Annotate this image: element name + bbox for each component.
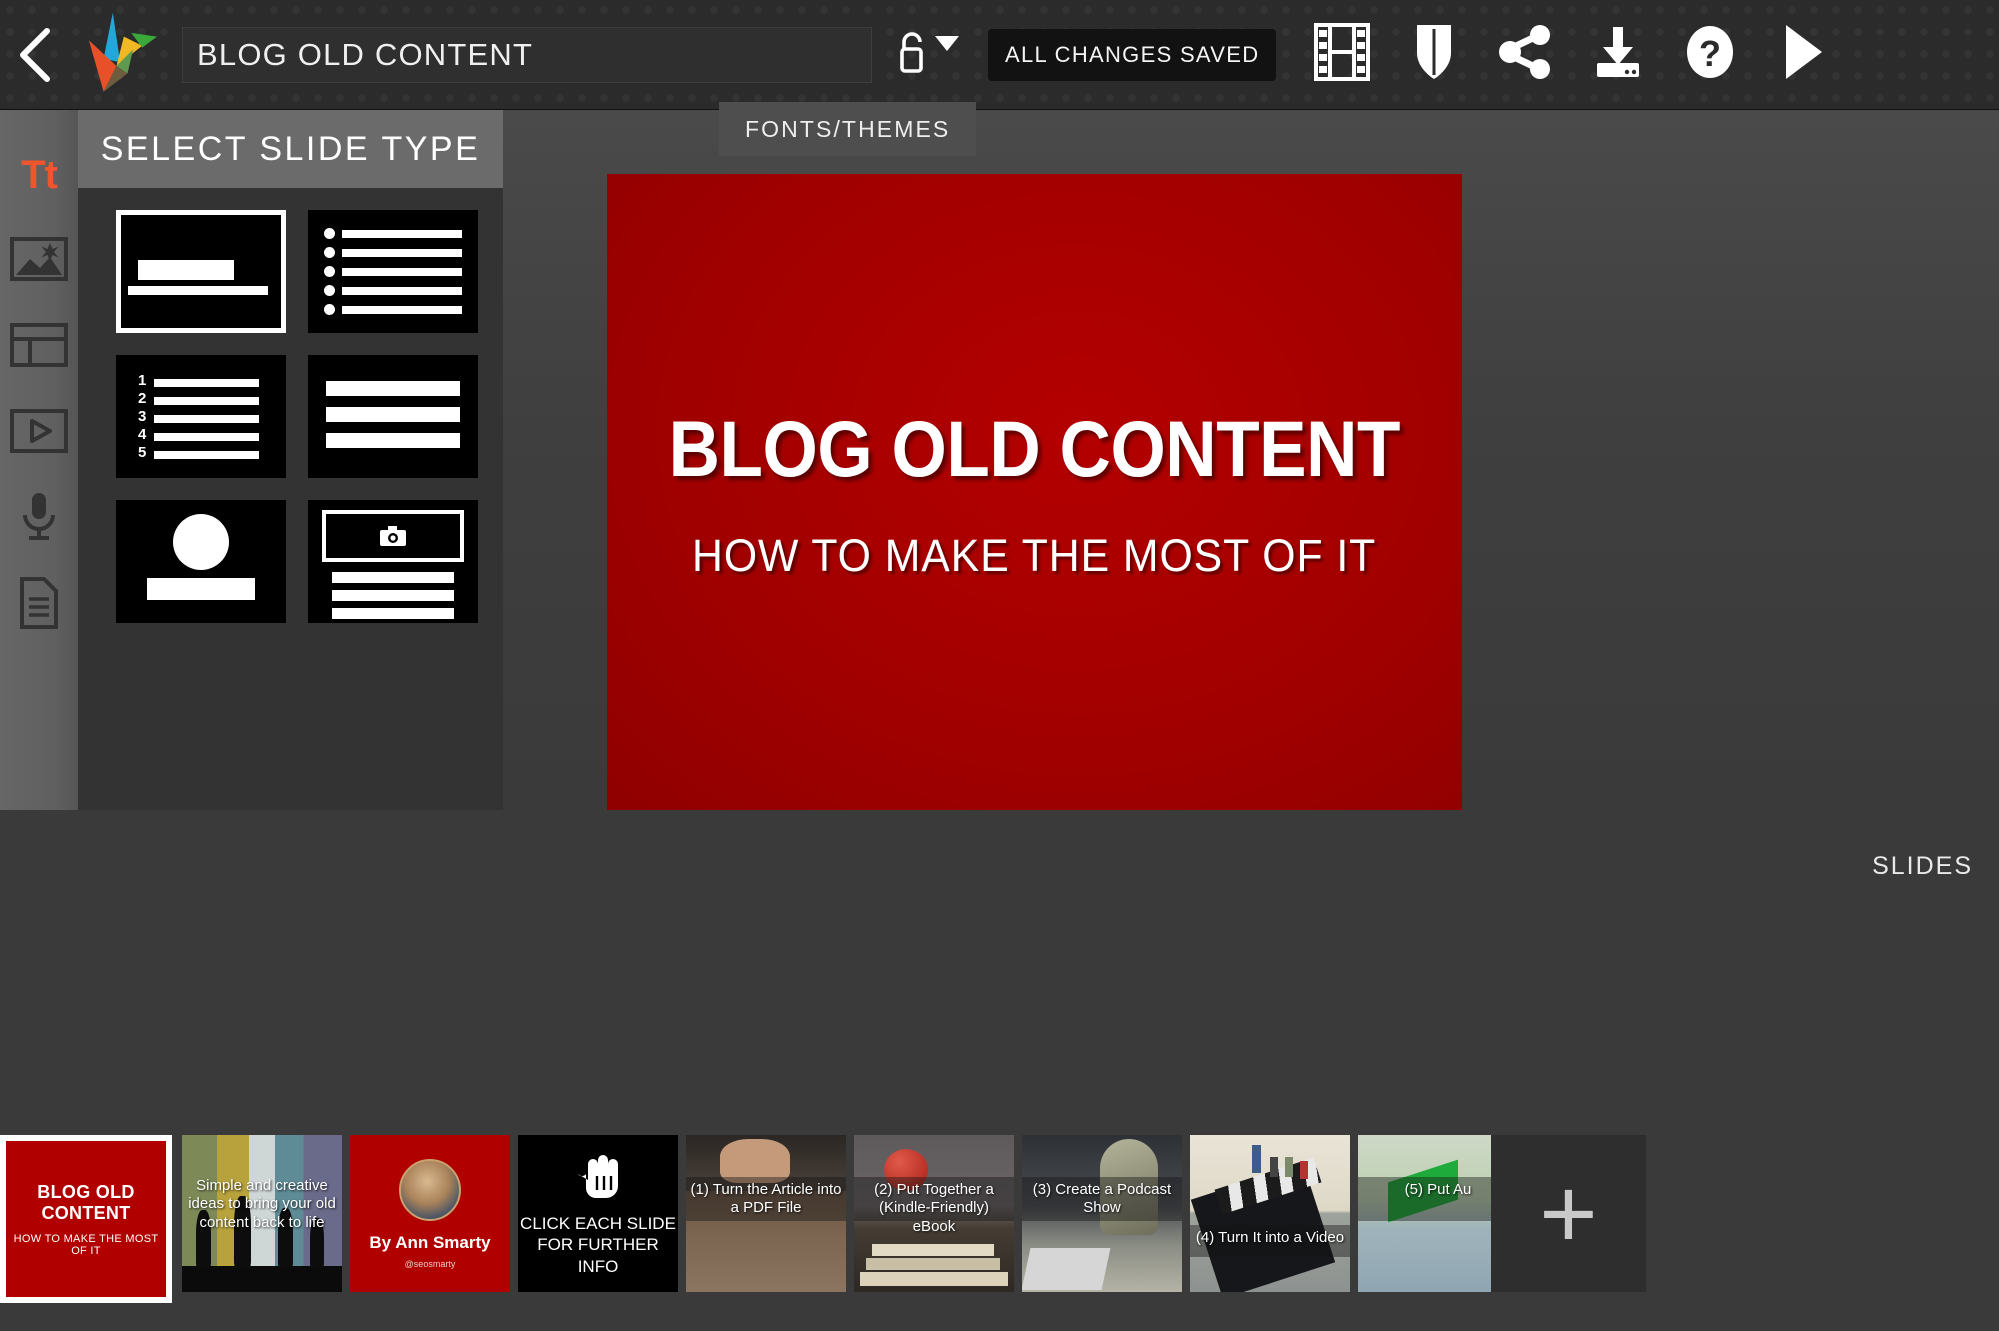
slide-thumb-2[interactable]: Simple and creative ideas to bring your … xyxy=(182,1135,342,1292)
sidebar-item-video[interactable] xyxy=(8,406,70,460)
save-status-badge: ALL CHANGES SAVED xyxy=(988,28,1277,81)
sidebar-item-image[interactable] xyxy=(8,234,70,288)
slide-thumb-8-caption: (4) Turn It into a Video xyxy=(1195,1229,1345,1246)
tab-fonts-themes[interactable]: FONTS/THEMES xyxy=(719,102,977,156)
figure-shape xyxy=(1252,1145,1261,1173)
slide-subtitle-text[interactable]: HOW TO MAKE THE MOST OF IT xyxy=(692,530,1376,582)
plus-icon: + xyxy=(1539,1157,1598,1270)
video-play-icon xyxy=(10,408,68,458)
layout-icon xyxy=(10,322,68,372)
slide-thumb-6[interactable]: (2) Put Together a (Kindle-Friendly) eBo… xyxy=(854,1135,1014,1292)
figure-shape xyxy=(1285,1157,1293,1177)
add-slide-button[interactable]: + xyxy=(1491,1135,1646,1292)
select-slide-type-panel: SELECT SLIDE TYPE 1 2 3 4 5 xyxy=(78,110,503,810)
slide-filmstrip: BLOG OLD CONTENT HOW TO MAKE THE MOST OF… xyxy=(0,1135,1999,1331)
microphone-icon xyxy=(17,491,61,548)
download-icon xyxy=(1589,23,1647,86)
slide-thumb-1[interactable]: BLOG OLD CONTENT HOW TO MAKE THE MOST OF… xyxy=(0,1135,172,1303)
film-strip-icon xyxy=(1311,21,1373,88)
slide-thumb-4[interactable]: CLICK EACH SLIDE FOR FURTHER INFO xyxy=(518,1135,678,1292)
help-button[interactable]: ? xyxy=(1664,0,1756,110)
powtoon-bird-logo[interactable] xyxy=(72,0,172,110)
slide-thumb-7[interactable]: (3) Create a Podcast Show xyxy=(1022,1135,1182,1292)
unlocked-padlock-icon xyxy=(894,27,932,82)
shield-button[interactable] xyxy=(1388,0,1480,110)
laptop-shape xyxy=(1022,1248,1111,1290)
slide-thumb-7-caption: (3) Create a Podcast Show xyxy=(1032,1181,1172,1217)
slide-thumb-1-subtitle: HOW TO MAKE THE MOST OF IT xyxy=(13,1232,159,1257)
text-tt-icon: Tt xyxy=(21,153,58,197)
figure-shape xyxy=(1270,1157,1278,1177)
slide-canvas[interactable]: BLOG OLD CONTENT HOW TO MAKE THE MOST OF… xyxy=(607,174,1462,817)
filmstrip-button[interactable] xyxy=(1296,0,1388,110)
slide-type-lines[interactable] xyxy=(308,355,478,478)
chevron-down-icon xyxy=(934,35,960,58)
share-nodes-icon xyxy=(1497,23,1555,86)
slide-thumb-4-caption: CLICK EACH SLIDE FOR FURTHER INFO xyxy=(520,1214,676,1276)
slides-label-row: SLIDES xyxy=(0,810,1999,880)
slide-thumb-5-caption: (1) Turn the Article into a PDF File xyxy=(690,1181,842,1217)
shield-icon xyxy=(1407,21,1461,88)
slide-type-image-text[interactable] xyxy=(308,500,478,623)
num-1: 1 xyxy=(138,372,147,389)
slide-stage: FONTS/THEMES BLOG OLD CONTENT HOW TO MAK… xyxy=(503,102,1999,817)
slide-thumb-6-caption: (2) Put Together a (Kindle-Friendly) eBo… xyxy=(874,1181,994,1235)
avatar xyxy=(399,1158,461,1221)
document-icon xyxy=(18,576,60,634)
slide-type-grid: 1 2 3 4 5 xyxy=(78,188,503,623)
slide-thumb-1-title: BLOG OLD CONTENT xyxy=(37,1181,135,1223)
num-2: 2 xyxy=(138,390,147,407)
play-button[interactable] xyxy=(1756,0,1848,110)
slide-type-bullets[interactable] xyxy=(308,210,478,333)
num-4: 4 xyxy=(138,426,147,443)
figure-shape xyxy=(1300,1161,1308,1179)
book-shape xyxy=(860,1272,1008,1286)
image-icon xyxy=(10,236,68,286)
slide-thumb-2-caption: Simple and creative ideas to bring your … xyxy=(188,1177,336,1231)
left-tool-rail: Tt xyxy=(0,110,78,810)
num-5: 5 xyxy=(138,444,147,461)
slide-type-photo-caption[interactable] xyxy=(116,500,286,623)
slide-type-title[interactable] xyxy=(116,210,286,333)
slide-thumb-5[interactable]: (1) Turn the Article into a PDF File xyxy=(686,1135,846,1292)
slide-thumb-3-author: By Ann Smarty xyxy=(369,1232,491,1252)
slide-thumb-3-handle: @seosmarty xyxy=(404,1258,456,1269)
svg-text:?: ? xyxy=(1699,33,1721,74)
play-triangle-icon xyxy=(1776,21,1828,88)
slide-type-numbered[interactable]: 1 2 3 4 5 xyxy=(116,355,286,478)
slide-title-text[interactable]: BLOG OLD CONTENT xyxy=(669,409,1401,488)
num-3: 3 xyxy=(138,408,147,425)
project-title-field[interactable] xyxy=(182,26,872,83)
silhouette-ground xyxy=(182,1266,342,1292)
sidebar-item-layout[interactable] xyxy=(8,320,70,374)
slide-thumb-3[interactable]: By Ann Smarty @seosmarty xyxy=(350,1135,510,1292)
question-mark-circle-icon: ? xyxy=(1681,23,1739,86)
sidebar-item-notes[interactable] xyxy=(8,576,70,634)
pointing-hand-icon xyxy=(576,1150,620,1207)
book-shape xyxy=(866,1258,1000,1270)
sidebar-item-text[interactable]: Tt xyxy=(8,148,70,202)
privacy-lock-button[interactable] xyxy=(894,27,960,82)
back-chevron-icon xyxy=(15,26,57,84)
toolbar-actions: ? xyxy=(1296,0,1848,110)
project-title-input[interactable] xyxy=(197,36,871,73)
panel-title: SELECT SLIDE TYPE xyxy=(100,129,481,168)
slides-label: SLIDES xyxy=(1872,852,1973,880)
slide-thumb-8[interactable]: (4) Turn It into a Video xyxy=(1190,1135,1350,1292)
top-toolbar: ALL CHANGES SAVED xyxy=(0,0,1999,110)
powtoon-editor: ALL CHANGES SAVED xyxy=(0,0,1999,1331)
back-button[interactable] xyxy=(0,0,72,110)
panel-header: SELECT SLIDE TYPE xyxy=(78,110,503,188)
share-button[interactable] xyxy=(1480,0,1572,110)
sidebar-item-voice[interactable] xyxy=(8,492,70,546)
export-button[interactable] xyxy=(1572,0,1664,110)
book-shape xyxy=(872,1244,994,1256)
